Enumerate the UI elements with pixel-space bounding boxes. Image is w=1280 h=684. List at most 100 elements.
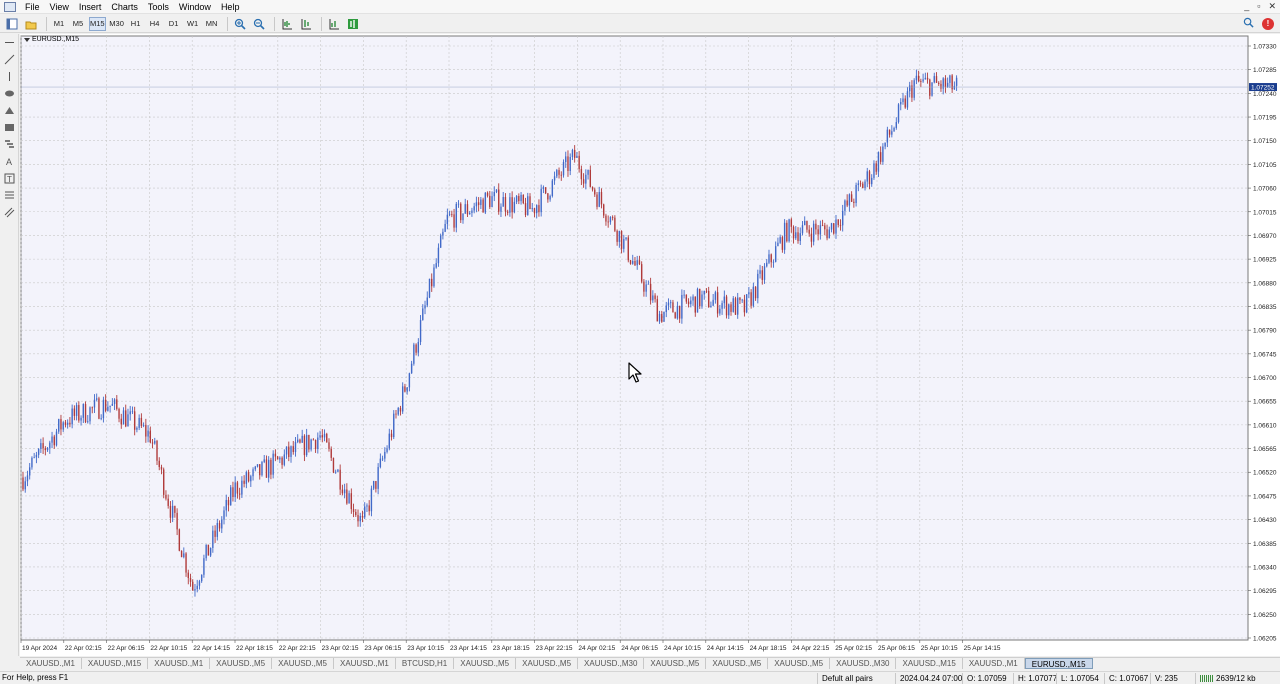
chart-tab[interactable]: EURUSD.,M15 — [1024, 658, 1093, 669]
menu-charts[interactable]: Charts — [106, 0, 143, 14]
lines-tool-icon[interactable] — [0, 187, 19, 204]
fibonacci-tool-icon[interactable] — [0, 136, 19, 153]
candle-body — [701, 294, 703, 307]
menu-view[interactable]: View — [45, 0, 74, 14]
candle-body — [652, 295, 654, 301]
menu-help[interactable]: Help — [216, 0, 245, 14]
timeframe-m15[interactable]: M15 — [89, 16, 106, 31]
ellipse-tool-icon[interactable] — [0, 85, 19, 102]
chart-tab[interactable]: XAUUSD.,M5 — [210, 658, 273, 669]
notification-icon[interactable]: ! — [1262, 17, 1274, 30]
candle-body — [529, 196, 531, 210]
chart-tab[interactable]: XAUUSD.,M5 — [272, 658, 334, 669]
candle-body — [489, 195, 491, 208]
timeframe-h4[interactable]: H4 — [147, 17, 163, 31]
chart-tab[interactable]: XAUUSD.,M15 — [82, 658, 149, 669]
candle-body — [766, 262, 768, 267]
price-chart[interactable]: 1.07330 1.07285 1.07240 1.07195 1.07150 1.071… — [20, 34, 1280, 656]
text-tool-icon[interactable]: A — [0, 153, 19, 170]
candle-body — [933, 76, 935, 83]
timeframe-w1[interactable]: W1 — [185, 17, 201, 31]
candle-body — [62, 422, 64, 430]
zoom-in-icon[interactable] — [232, 17, 248, 31]
candle-body — [884, 142, 886, 147]
candle-body — [209, 547, 212, 556]
chart-tab[interactable]: XAUUSD.,M15 — [896, 658, 963, 669]
search-icon[interactable] — [1243, 17, 1254, 30]
candle-body — [267, 459, 270, 478]
chart-tab[interactable]: XAUUSD.,M5 — [644, 658, 707, 669]
menu-window[interactable]: Window — [174, 0, 216, 14]
timeframe-d1[interactable]: D1 — [166, 17, 182, 31]
chart-tab[interactable]: XAUUSD.,M1 — [148, 658, 211, 669]
chart-tab[interactable]: XAUUSD.,M5 — [768, 658, 831, 669]
close-button[interactable]: ✕ — [1268, 1, 1276, 12]
candle-body — [169, 505, 172, 518]
tile-windows-icon[interactable] — [279, 17, 295, 31]
menu-tools[interactable]: Tools — [143, 0, 174, 14]
candle-body — [524, 203, 527, 215]
chart-canvas[interactable]: 1.07330 1.07285 1.07240 1.07195 1.07150 1.071… — [20, 34, 1280, 656]
candle-body — [142, 425, 145, 426]
candle-body — [154, 440, 156, 444]
candle-body — [294, 441, 297, 453]
candle-body — [424, 305, 426, 309]
vertical-line-tool-icon[interactable] — [0, 68, 19, 85]
y-tick-label: 1.06880 — [1253, 280, 1277, 287]
candle-body — [111, 403, 114, 406]
candle-body — [149, 430, 152, 443]
chart-tab[interactable]: BTCUSD,H1 — [396, 658, 455, 669]
candle-body — [178, 529, 181, 551]
trendline-tool-icon[interactable] — [0, 51, 19, 68]
candle-body — [955, 77, 958, 86]
menu-insert[interactable]: Insert — [74, 0, 107, 14]
candle-body — [279, 457, 281, 460]
rectangle-tool-icon[interactable] — [0, 119, 19, 136]
candle-body — [49, 442, 51, 448]
new-chart-icon[interactable] — [4, 17, 20, 31]
timeframe-m5[interactable]: M5 — [70, 17, 86, 31]
chart-tab[interactable]: XAUUSD.,M1 — [963, 658, 1025, 669]
timeframe-mn[interactable]: MN — [204, 17, 220, 31]
chart-tab[interactable]: XAUUSD.,M5 — [454, 658, 517, 669]
candle-body — [317, 437, 319, 449]
cursor-tool-icon[interactable] — [0, 34, 19, 51]
chart-shift-icon[interactable] — [298, 17, 314, 31]
candle-body — [562, 162, 565, 176]
status-help-text: For Help, press F1 — [2, 673, 69, 682]
candle-body — [685, 294, 688, 302]
chart-tab[interactable]: XAUUSD.,M30 — [830, 658, 897, 669]
candle-body — [611, 217, 614, 218]
timeframe-m30[interactable]: M30 — [109, 17, 125, 31]
chart-tab[interactable]: XAUUSD.,M30 — [578, 658, 645, 669]
candle-body — [638, 260, 641, 265]
chart-tab[interactable]: XAUUSD.,M5 — [706, 658, 769, 669]
candle-body — [824, 225, 826, 230]
chart-tab[interactable]: XAUUSD.,M5 — [516, 658, 579, 669]
candle-body — [801, 225, 804, 234]
candle-body — [723, 296, 726, 304]
candle-body — [895, 122, 897, 128]
triangle-tool-icon[interactable] — [0, 102, 19, 119]
autoscroll-icon[interactable] — [345, 17, 361, 31]
timeframe-m1[interactable]: M1 — [51, 17, 67, 31]
candle-body — [261, 461, 263, 476]
chart-tab[interactable]: XAUUSD.,M1 — [334, 658, 396, 669]
timeframe-h1[interactable]: H1 — [128, 17, 144, 31]
candle-body — [395, 413, 397, 415]
profiles-icon[interactable] — [23, 17, 39, 31]
y-tick-label: 1.07195 — [1253, 115, 1277, 122]
candle-body — [640, 264, 643, 282]
zoom-out-icon[interactable] — [251, 17, 267, 31]
label-tool-icon[interactable]: T — [0, 170, 19, 187]
minimize-button[interactable]: _ — [1244, 1, 1249, 12]
chart-menu-icon[interactable] — [24, 37, 30, 42]
channel-tool-icon[interactable] — [0, 204, 19, 221]
indicators-icon[interactable] — [326, 17, 342, 31]
chart-tab[interactable]: XAUUSD.,M1 — [20, 658, 82, 669]
restore-button[interactable]: ▫ — [1257, 1, 1260, 12]
candle-body — [629, 260, 632, 264]
menu-file[interactable]: File — [20, 0, 45, 14]
x-tick-label: 23 Apr 14:15 — [450, 645, 487, 652]
candle-body — [882, 146, 884, 162]
